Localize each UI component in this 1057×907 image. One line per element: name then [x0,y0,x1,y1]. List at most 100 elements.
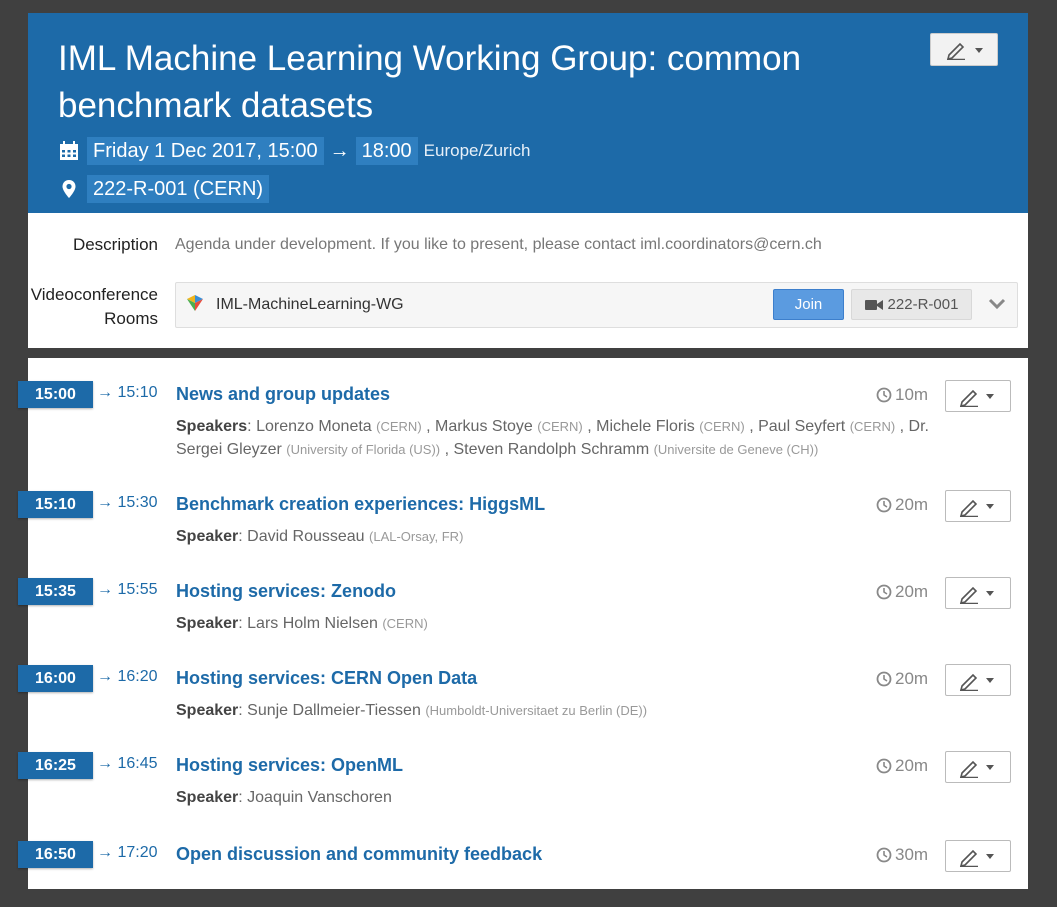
calendar-icon [60,141,78,160]
speaker-name: Joaquin Vanschoren [247,789,392,806]
speaker-name: Michele Floris [596,418,695,435]
start-time-badge: 15:10 [18,491,93,518]
speakers-list: Speaker: Lars Holm Nielsen (CERN) [176,615,428,632]
clock-icon [876,671,892,687]
caret-down-icon [986,678,994,683]
clock-icon [876,584,892,600]
speaker-name: Markus Stoye [435,418,533,435]
caret-down-icon [986,591,994,596]
speaker-name: Lorenzo Moneta [256,418,372,435]
speakers-label: Speaker [176,528,239,545]
event-info: Description Agenda under development. If… [28,213,1028,348]
speaker-name: Sunje Dallmeier-Tiessen [247,702,421,719]
date-arrow: → [329,139,350,162]
speakers-list: Speaker: David Rousseau (LAL-Orsay, FR) [176,528,464,545]
duration-label: 20m [895,582,929,601]
speaker-affiliation: (Universite de Geneve (CH)) [653,442,819,457]
end-time: → 15:10 [97,384,158,401]
edit-contribution-button[interactable] [945,751,1011,783]
vidyo-logo-icon [187,295,203,311]
timetable: 15:00 → 15:10 News and group updates Speake… [18,358,1028,889]
event-edit-button[interactable] [930,33,998,66]
contribution-title[interactable]: Benchmark creation experiences: HiggsML [176,494,545,515]
duration: 20m [876,669,928,689]
edit-contribution-button[interactable] [945,490,1011,522]
start-time-badge: 16:25 [18,752,93,779]
speaker-affiliation: (CERN) [699,419,745,434]
clock-icon [876,387,892,403]
event-timezone: Europe/Zurich [423,141,531,160]
contribution-title[interactable]: Hosting services: OpenML [176,755,403,776]
join-button[interactable]: Join [773,289,844,320]
pencil-icon [959,673,978,691]
speaker-name: Paul Seyfert [758,418,846,435]
caret-down-icon [986,854,994,859]
room-button[interactable]: 222-R-001 [851,289,972,320]
end-time: → 16:45 [97,755,158,772]
pencil-icon [959,389,978,407]
contribution-title[interactable]: News and group updates [176,384,390,405]
duration-label: 20m [895,495,929,514]
clock-icon [876,847,892,863]
start-time-badge: 15:35 [18,578,93,605]
caret-down-icon [986,504,994,509]
room-button-label: 222-R-001 [887,296,959,313]
speaker-name: David Rousseau [247,528,365,545]
clock-icon [876,497,892,513]
clock-icon [876,758,892,774]
videoconference-label-line1: Videoconference [30,285,158,304]
caret-down-icon [986,394,994,399]
caret-down-icon [986,765,994,770]
duration: 20m [876,582,928,602]
event-start-datetime: Friday 1 Dec 2017, 15:00 [87,137,324,165]
speaker-affiliation: (CERN) [376,419,422,434]
duration: 30m [876,845,928,865]
speakers-label: Speakers [176,418,248,435]
contribution-title[interactable]: Hosting services: CERN Open Data [176,668,477,689]
speakers-label: Speaker [176,702,239,719]
duration: 20m [876,495,928,515]
description-text: Agenda under development. If you like to… [175,236,822,253]
pencil-icon [959,499,978,517]
event-location: 222-R-001 (CERN) [87,175,270,203]
end-time: → 15:55 [97,581,158,598]
edit-contribution-button[interactable] [945,577,1011,609]
event-location-row: 222-R-001 (CERN) [58,175,270,203]
speaker-affiliation: (CERN) [849,419,896,434]
edit-contribution-button[interactable] [945,664,1011,696]
duration-label: 10m [895,385,929,404]
contribution-title[interactable]: Open discussion and community feedback [176,844,542,865]
speakers-list: Speakers: Lorenzo Moneta (CERN) , Markus… [176,418,929,458]
edit-contribution-button[interactable] [945,840,1011,872]
start-time-badge: 16:50 [18,841,93,868]
speakers-label: Speaker [176,615,239,632]
end-time: → 16:20 [97,668,158,685]
videoconference-room[interactable]: IML-MachineLearning-WG Join 222-R-001 [175,282,1018,328]
contribution-title[interactable]: Hosting services: Zenodo [176,581,396,602]
duration-label: 30m [895,845,929,864]
speakers-list: Speaker: Sunje Dallmeier-Tiessen (Humbol… [176,702,648,719]
description-label: Description [72,235,158,254]
chevron-down-icon[interactable] [988,297,1006,311]
videoconference-label-line2: Rooms [104,309,158,328]
event-date-row: Friday 1 Dec 2017, 15:00 → 18:00 Europe/… [58,137,530,165]
speaker-affiliation: (CERN) [537,419,583,434]
event-header: IML Machine Learning Working Group: comm… [28,13,1028,213]
edit-contribution-button[interactable] [945,380,1011,412]
pencil-icon [946,42,965,60]
event-title: IML Machine Learning Working Group: comm… [58,39,802,125]
end-time: → 17:20 [97,844,158,861]
end-time: → 15:30 [97,494,158,511]
pencil-icon [959,586,978,604]
speakers-label: Speaker [176,789,239,806]
speaker-affiliation: (Humboldt-Universitaet zu Berlin (DE)) [425,703,648,718]
duration-label: 20m [895,669,929,688]
map-marker-icon [62,180,76,198]
event-end-time: 18:00 [355,137,418,165]
caret-down-icon [975,48,983,53]
duration: 10m [876,385,928,405]
duration: 20m [876,756,928,776]
speaker-name: Steven Randolph Schramm [453,441,650,458]
speaker-affiliation: (University of Florida (US)) [286,442,441,457]
pencil-icon [959,849,978,867]
